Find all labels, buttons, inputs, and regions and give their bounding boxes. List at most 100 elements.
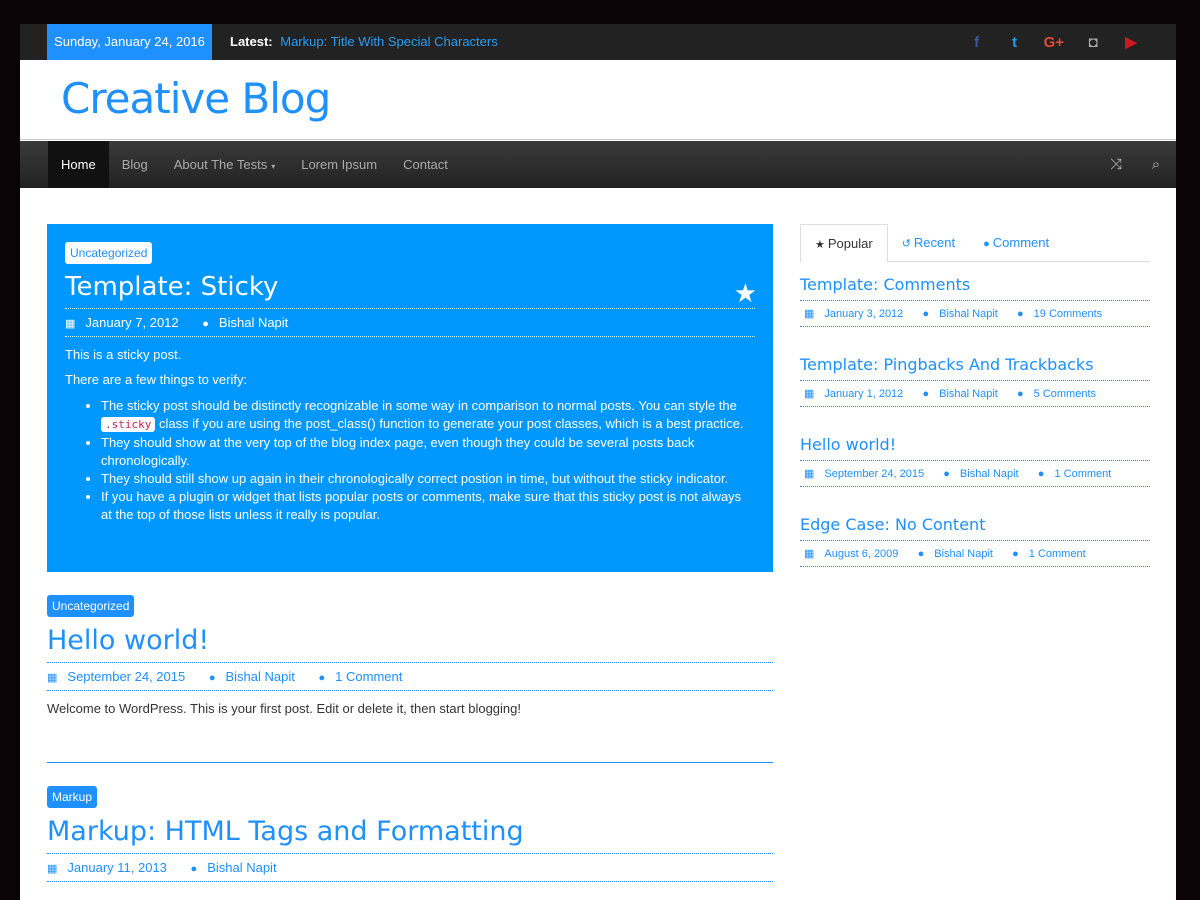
calendar-icon: ▦ bbox=[804, 468, 815, 480]
post-meta: ▦ January 11, 2013 ● Bishal Napit bbox=[47, 854, 773, 882]
tab-popular[interactable]: ★ Popular bbox=[800, 224, 888, 263]
sidebar-post-title[interactable]: Edge Case: No Content bbox=[800, 515, 1150, 541]
post-title[interactable]: Hello world! bbox=[47, 625, 773, 663]
post-meta: ▦ September 24, 2015 ● Bishal Napit ● 1 Com… bbox=[47, 663, 773, 691]
post-date-text[interactable]: September 24, 2015 bbox=[824, 468, 924, 480]
instagram-icon[interactable]: ◘ bbox=[1084, 34, 1102, 51]
post-article: Uncategorized Hello world! ▦ September 24… bbox=[47, 595, 773, 716]
latest-label: Latest: bbox=[230, 34, 273, 49]
post-excerpt: Welcome to WordPress. This is your first… bbox=[47, 701, 521, 716]
tab-recent[interactable]: ↺ Recent bbox=[888, 224, 969, 261]
current-date: Sunday, January 24, 2016 bbox=[47, 24, 212, 60]
sidebar-post: Hello world! ▦ September 24, 2015 ● Bishal… bbox=[800, 435, 1150, 487]
social-links: f t G+ ◘ ▶ bbox=[968, 24, 1140, 60]
tab-label: Recent bbox=[913, 235, 956, 250]
nav-contact[interactable]: Contact bbox=[390, 141, 461, 188]
sidebar-post: Template: Comments ▦ January 3, 2012 ● Bis… bbox=[800, 275, 1150, 327]
site-title[interactable]: Creative Blog bbox=[61, 74, 331, 123]
category-badge[interactable]: Uncategorized bbox=[65, 242, 153, 264]
post-divider bbox=[47, 762, 773, 763]
post-author[interactable]: ● Bishal Napit bbox=[202, 315, 298, 330]
youtube-icon[interactable]: ▶ bbox=[1122, 33, 1140, 51]
calendar-icon: ▦ bbox=[47, 863, 58, 875]
search-icon[interactable]: ⌕ bbox=[1136, 141, 1176, 188]
post-author-text[interactable]: Bishal Napit bbox=[939, 388, 998, 400]
nav-home[interactable]: Home bbox=[48, 141, 109, 188]
user-icon: ● bbox=[943, 468, 950, 480]
post-author[interactable]: ● Bishal Napit bbox=[209, 669, 305, 684]
calendar-icon: ▦ bbox=[47, 672, 58, 684]
post-comments-text: 1 Comment bbox=[335, 669, 403, 684]
nav-blog[interactable]: Blog bbox=[109, 141, 161, 188]
category-badge[interactable]: Markup bbox=[47, 786, 98, 808]
post-author-text: Bishal Napit bbox=[218, 315, 289, 330]
caret-down-icon: ▾ bbox=[271, 162, 276, 171]
post-meta: ▦ January 7, 2012 ● Bishal Napit bbox=[65, 309, 755, 337]
history-icon: ↺ bbox=[901, 238, 911, 250]
post-comments-text[interactable]: 1 Comment bbox=[1054, 468, 1111, 480]
user-icon: ● bbox=[208, 672, 216, 684]
user-icon: ● bbox=[190, 863, 198, 875]
post-comments-text[interactable]: 1 Comment bbox=[1029, 548, 1086, 560]
post-comments-text[interactable]: 5 Comments bbox=[1034, 388, 1096, 400]
list-item: If you have a plugin or widget that list… bbox=[101, 488, 755, 524]
post-date[interactable]: ▦ January 11, 2013 bbox=[47, 860, 177, 875]
sticky-post: Uncategorized Template: Sticky ★ ▦ Januar… bbox=[47, 224, 773, 572]
category-badge[interactable]: Uncategorized bbox=[47, 595, 135, 617]
facebook-icon[interactable]: f bbox=[968, 34, 986, 51]
post-date-text: January 7, 2012 bbox=[85, 315, 179, 330]
nav-lorem-ipsum[interactable]: Lorem Ipsum bbox=[288, 141, 390, 188]
post-meta: ▦ August 6, 2009 ● Bishal Napit ● 1 Comment bbox=[800, 541, 1150, 567]
calendar-icon: ▦ bbox=[804, 548, 815, 560]
post-author-text[interactable]: Bishal Napit bbox=[934, 548, 993, 560]
top-bar: Sunday, January 24, 2016 Latest: Markup:… bbox=[20, 24, 1176, 60]
sidebar-post: Template: Pingbacks And Trackbacks ▦ Janu… bbox=[800, 355, 1150, 407]
list-item: They should show at the very top of the … bbox=[101, 434, 755, 470]
star-icon: ★ bbox=[733, 278, 757, 308]
comment-icon: ● bbox=[1017, 308, 1024, 320]
calendar-icon: ▦ bbox=[65, 318, 76, 330]
post-meta: ▦ September 24, 2015 ● Bishal Napit ● 1 Com… bbox=[800, 461, 1150, 487]
list-item-text: The sticky post should be distinctly rec… bbox=[101, 398, 737, 413]
post-author-text[interactable]: Bishal Napit bbox=[960, 468, 1019, 480]
list-item: They should still show up again in their… bbox=[101, 470, 755, 488]
post-author-text: Bishal Napit bbox=[225, 669, 295, 684]
tab-comment[interactable]: ● Comment bbox=[969, 224, 1063, 261]
tab-label: Comment bbox=[992, 235, 1050, 250]
star-icon: ★ bbox=[815, 239, 825, 251]
page: Sunday, January 24, 2016 Latest: Markup:… bbox=[20, 24, 1176, 900]
comment-icon: ● bbox=[983, 238, 990, 250]
sidebar-post-title[interactable]: Template: Pingbacks And Trackbacks bbox=[800, 355, 1150, 381]
post-paragraph: There are a few things to verify: bbox=[65, 372, 248, 387]
post-date-text[interactable]: August 6, 2009 bbox=[824, 548, 898, 560]
nav-about-the-tests[interactable]: About The Tests ▾ bbox=[161, 141, 289, 188]
post-meta: ▦ January 3, 2012 ● Bishal Napit ● 19 Comme… bbox=[800, 301, 1150, 327]
post-title[interactable]: Template: Sticky bbox=[65, 272, 755, 309]
calendar-icon: ▦ bbox=[804, 388, 815, 400]
nav-about-label: About The Tests bbox=[173, 157, 268, 172]
post-title[interactable]: Markup: HTML Tags and Formatting bbox=[47, 816, 773, 854]
post-paragraph: This is a sticky post. bbox=[65, 347, 182, 362]
google-plus-icon[interactable]: G+ bbox=[1044, 34, 1064, 51]
post-date[interactable]: ▦ January 7, 2012 bbox=[65, 315, 189, 330]
sidebar-tabs: ★ Popular ↺ Recent ● Comment bbox=[800, 224, 1150, 263]
latest-post-link[interactable]: Markup: Title With Special Characters bbox=[280, 34, 497, 49]
sidebar-post-title[interactable]: Template: Comments bbox=[800, 275, 1150, 301]
post-date-text[interactable]: January 1, 2012 bbox=[824, 388, 903, 400]
main-navigation: Home Blog About The Tests ▾ Lorem Ipsum C… bbox=[20, 141, 1176, 188]
latest-ticker: Latest: Markup: Title With Special Chara… bbox=[230, 24, 498, 60]
sidebar-post-title[interactable]: Hello world! bbox=[800, 435, 1150, 461]
list-item: The sticky post should be distinctly rec… bbox=[101, 397, 755, 434]
post-author-text[interactable]: Bishal Napit bbox=[939, 308, 998, 320]
post-date-text: September 24, 2015 bbox=[67, 669, 186, 684]
post-comments[interactable]: ● 1 Comment bbox=[319, 669, 413, 684]
shuffle-icon[interactable]: ⤨ bbox=[1096, 141, 1136, 188]
post-author[interactable]: ● Bishal Napit bbox=[191, 860, 287, 875]
post-date-text[interactable]: January 3, 2012 bbox=[824, 308, 903, 320]
post-date[interactable]: ▦ September 24, 2015 bbox=[47, 669, 195, 684]
comment-icon: ● bbox=[1017, 388, 1024, 400]
post-comments-text[interactable]: 19 Comments bbox=[1034, 308, 1102, 320]
twitter-icon[interactable]: t bbox=[1006, 34, 1024, 51]
comment-icon: ● bbox=[318, 672, 326, 684]
user-icon: ● bbox=[922, 308, 930, 320]
